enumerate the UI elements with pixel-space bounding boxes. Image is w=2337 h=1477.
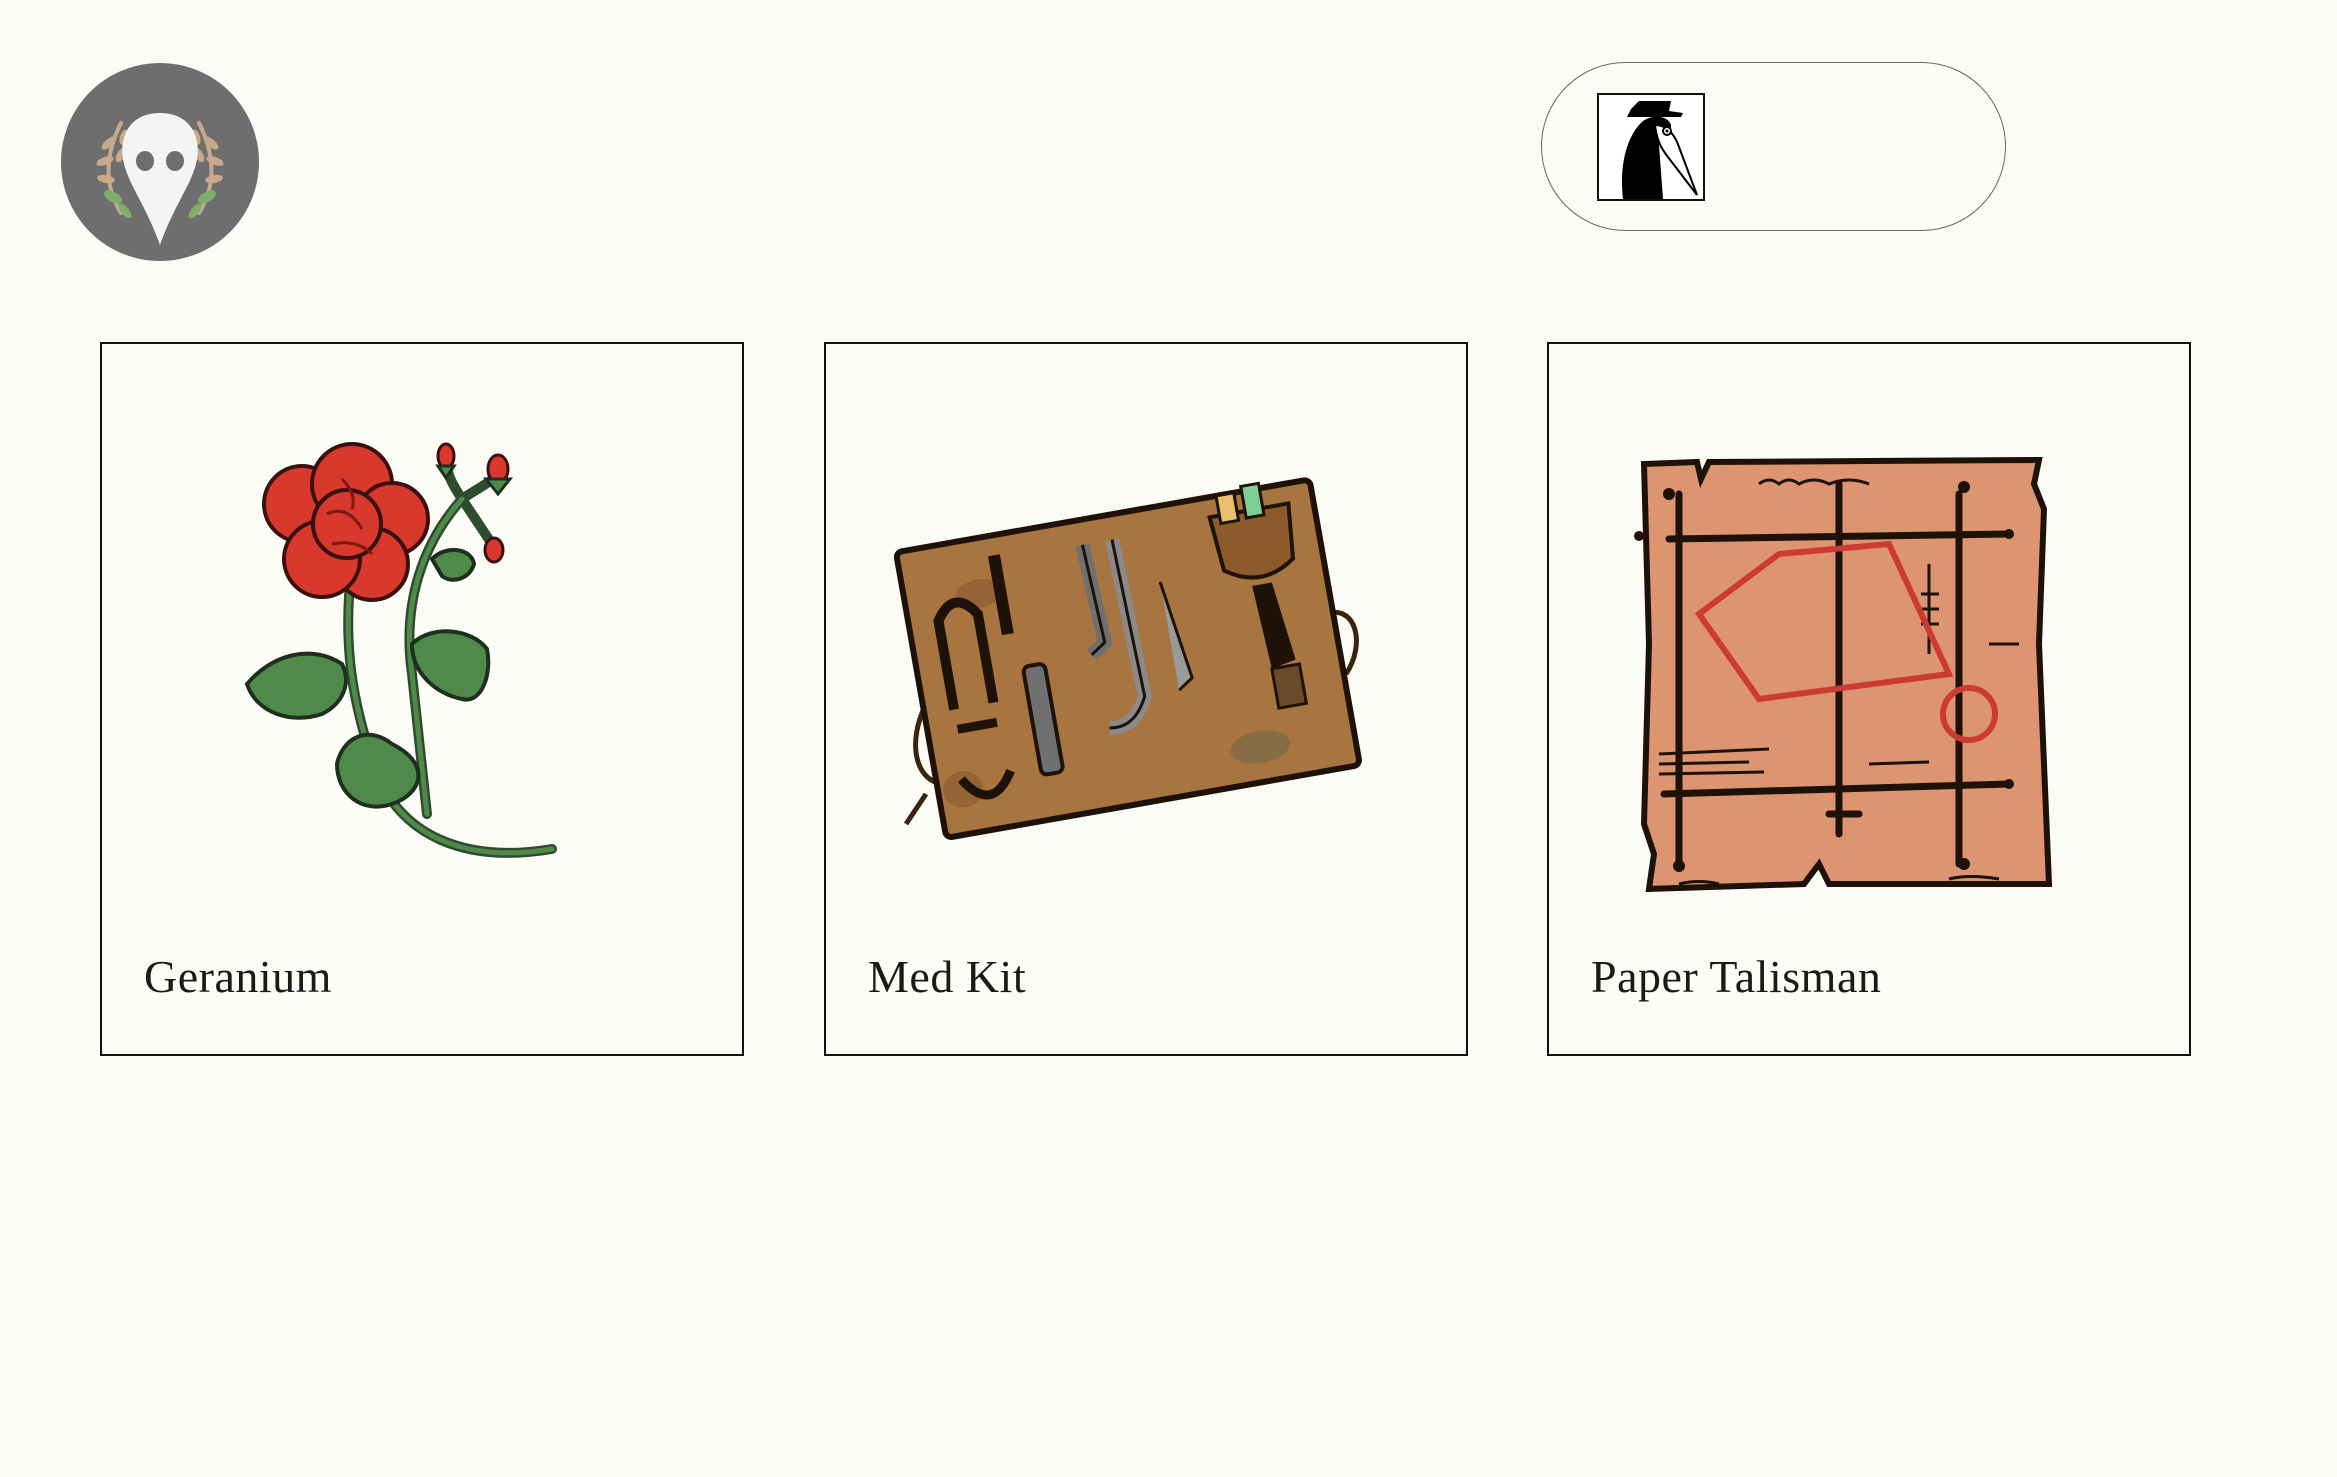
inventory-page: Geranium Med Kit Paper Talisman	[0, 0, 2337, 1477]
item-card-geranium[interactable]: Geranium	[100, 342, 744, 1056]
item-card-med-kit[interactable]: Med Kit	[824, 342, 1468, 1056]
plague-mask-logo-icon[interactable]	[61, 63, 259, 261]
geranium-flower-icon	[102, 344, 742, 904]
med-kit-icon	[826, 344, 1466, 904]
item-label: Med Kit	[868, 951, 1027, 1002]
paper-talisman-icon	[1549, 344, 2189, 904]
item-card-paper-talisman[interactable]: Paper Talisman	[1547, 342, 2191, 1056]
item-label: Paper Talisman	[1591, 951, 1882, 1002]
player-profile-button[interactable]	[1541, 62, 2006, 231]
item-label: Geranium	[144, 951, 332, 1002]
plague-doctor-avatar-icon	[1597, 93, 1705, 201]
